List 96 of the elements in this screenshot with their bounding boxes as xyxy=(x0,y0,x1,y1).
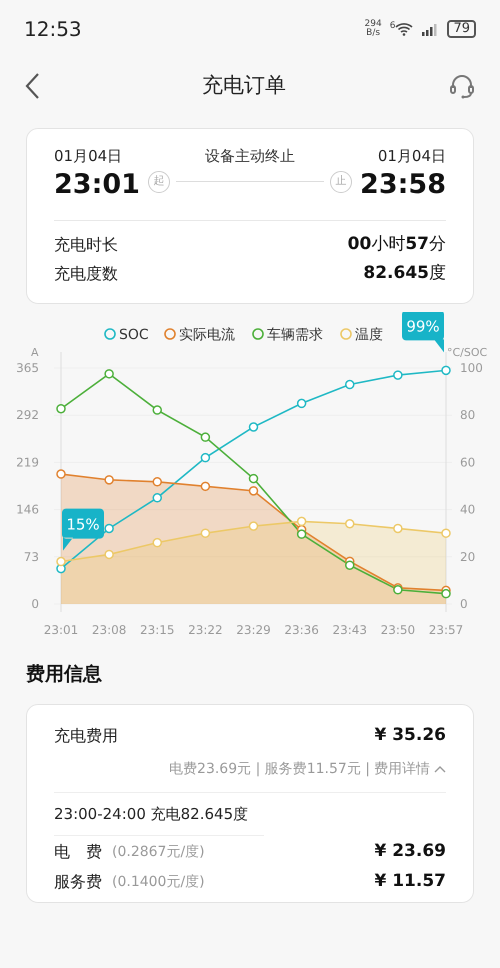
data-point xyxy=(393,523,403,533)
wifi-label: 6 xyxy=(390,22,396,31)
data-point xyxy=(248,422,258,432)
axis-tick-label: 23:08 xyxy=(92,622,126,636)
data-point xyxy=(248,520,258,530)
data-point xyxy=(441,528,451,538)
network-speed-unit: B/s xyxy=(366,29,380,38)
data-point xyxy=(152,476,162,486)
data-point xyxy=(104,549,114,559)
wifi-icon xyxy=(395,22,414,36)
legend-label: 实际电流 xyxy=(179,326,235,342)
data-point xyxy=(56,556,66,566)
signal-icon xyxy=(421,22,440,36)
period-summary: 23:00-24:00 充电82.645度 xyxy=(54,804,248,824)
axis-tick-label: 23:15 xyxy=(140,622,175,636)
fee-label: 充电费用 xyxy=(54,724,118,747)
data-point xyxy=(200,481,210,491)
fee-breakdown: 电费23.69元 | 服务费11.57元 | xyxy=(169,760,370,778)
fee-amount: ¥ 23.69 xyxy=(374,840,446,864)
data-point xyxy=(200,432,210,442)
battery-indicator: 79 xyxy=(447,20,476,38)
start-date: 01月04日 xyxy=(54,146,124,167)
data-point xyxy=(248,473,258,483)
headset-icon[interactable] xyxy=(448,72,476,100)
axis-tick-label: 100 xyxy=(460,360,483,374)
data-point xyxy=(152,537,162,547)
data-point xyxy=(152,404,162,414)
data-point xyxy=(56,403,66,413)
axis-tick-label: 23:36 xyxy=(284,622,319,636)
legend-item[interactable]: 实际电流 xyxy=(164,326,235,342)
fee-amount: ¥ 11.57 xyxy=(374,870,446,894)
info-value: 00小时57分 xyxy=(348,233,446,256)
axis-tick-label: 146 xyxy=(16,502,39,516)
axis-tick-label: 0 xyxy=(460,596,468,610)
axis-tick-label: 23:01 xyxy=(44,622,78,636)
legend-item[interactable]: 温度 xyxy=(340,326,383,342)
chevron-icon xyxy=(434,765,446,773)
end-date: 01月04日 xyxy=(378,146,446,167)
data-point xyxy=(296,516,306,526)
data-point xyxy=(104,523,114,533)
axis-tick-label: 60 xyxy=(460,454,476,469)
axis-tick-label: 20 xyxy=(460,549,476,564)
data-point xyxy=(393,370,403,380)
legend-label: 车辆需求 xyxy=(267,326,323,342)
right-axis-unit: °C/SOC xyxy=(447,346,488,358)
data-point xyxy=(296,398,306,408)
axis-tick-label: 292 xyxy=(16,408,39,422)
axis-tick-label: 80 xyxy=(460,408,476,422)
axis-tick-label: 23:29 xyxy=(236,622,271,636)
data-point xyxy=(296,528,306,538)
start-marker: 起 xyxy=(148,170,170,192)
end-time: 23:58 xyxy=(360,168,446,202)
data-point xyxy=(200,452,210,462)
section-title: 费用信息 xyxy=(26,662,102,686)
axis-tick-label: 40 xyxy=(460,502,476,516)
fee-item-label: 电 费 xyxy=(54,841,102,863)
left-axis-unit: A xyxy=(31,346,39,358)
axis-tick-label: 73 xyxy=(24,549,39,564)
info-label: 充电度数 xyxy=(54,263,118,285)
start-time: 23:01 xyxy=(54,168,140,202)
page-title: 充电订单 xyxy=(202,72,286,100)
axis-tick-label: 23:57 xyxy=(428,622,464,636)
data-point xyxy=(200,528,210,538)
fee-total: ¥ 35.26 xyxy=(374,724,446,747)
data-point xyxy=(441,365,451,375)
legend-label: SOC xyxy=(119,326,149,342)
axis-tick-label: 365 xyxy=(16,360,39,374)
axis-tick-label: 0 xyxy=(31,596,39,610)
order-status: 设备主动终止 xyxy=(205,146,295,167)
data-point xyxy=(104,368,114,378)
network-speed: 294 xyxy=(364,20,382,29)
clock-time: 12:53 xyxy=(24,16,82,43)
legend-item[interactable]: 车辆需求 xyxy=(252,326,323,342)
axis-tick-label: 23:50 xyxy=(380,622,416,636)
legend-label: 温度 xyxy=(355,326,383,342)
fee-item-label: 服务费 xyxy=(54,871,102,893)
value-callout: 15% xyxy=(62,508,104,550)
data-point xyxy=(152,492,162,502)
back-icon[interactable] xyxy=(24,72,40,100)
axis-tick-label: 23:22 xyxy=(188,622,223,636)
fee-rate: (0.2867元/度) xyxy=(112,842,205,862)
data-point xyxy=(104,474,114,484)
info-value: 82.645度 xyxy=(363,262,446,286)
info-label: 充电时长 xyxy=(54,234,118,256)
annotation: 15% xyxy=(66,515,100,534)
data-point xyxy=(56,468,66,478)
value-callout: 99% xyxy=(402,312,444,352)
data-point xyxy=(345,379,354,389)
axis-tick-label: 219 xyxy=(16,454,39,469)
axis-tick-label: 23:43 xyxy=(332,622,368,636)
fee-rate: (0.1400元/度) xyxy=(112,872,205,892)
data-point xyxy=(248,486,258,496)
data-point xyxy=(345,518,354,528)
data-point xyxy=(345,560,354,570)
end-marker: 止 xyxy=(330,170,352,192)
legend-item[interactable]: SOC xyxy=(104,326,149,342)
